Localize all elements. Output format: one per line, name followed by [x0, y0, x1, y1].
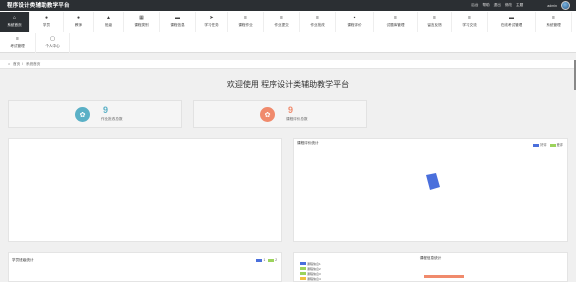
stat-label: 课程评价总数 — [286, 117, 308, 121]
header-link-logout[interactable]: 退出 — [494, 3, 501, 8]
stat-card-course-eval: ✿ 9 课程评价总数 — [193, 100, 367, 128]
chart-panel-course-info: 课程信息统计 课程信息1 课程信息2 课程信息3 课程信息4 — [293, 252, 568, 282]
pie-slice[interactable] — [424, 171, 444, 193]
nav-item-course-category[interactable]: ▦ 课程类别 — [124, 12, 160, 32]
panel-title: 课程评价统计 — [297, 141, 319, 145]
main-nav: ⌂ 系统首页 ● 学员 ● 教师 ▲ 班级 ▦ 课程类别 ▬ 课程信息 ➤ 学习任务 ≡ 课程作… — [0, 11, 576, 53]
breadcrumb-home[interactable]: 首页 — [13, 62, 20, 67]
header-link-theme[interactable]: 主题 — [516, 3, 523, 8]
user-icon: ● — [76, 15, 81, 21]
monitor-icon: ▬ — [509, 15, 514, 21]
nav-item-feedback[interactable]: ≡ 留言反馈 — [418, 12, 452, 32]
breadcrumb: ⌂ 首页 / 系统首页 — [0, 60, 576, 69]
cart-icon: ▪ — [353, 15, 356, 21]
chart-legend: 1 2 — [256, 258, 277, 262]
panel-title: 学员班级统计 — [12, 258, 34, 262]
legend-item-1[interactable]: 1 — [256, 258, 265, 262]
nav-item-homework-grade[interactable]: ≡ 作业批改 — [300, 12, 336, 32]
header-link-help[interactable]: 帮助 — [482, 3, 489, 8]
nav-item-class[interactable]: ▲ 班级 — [94, 12, 124, 32]
grid-icon: ▦ — [139, 15, 144, 21]
header-link-modify[interactable]: 修改 — [505, 3, 512, 8]
nav-item-course-info[interactable]: ▬ 课程信息 — [160, 12, 196, 32]
user-icon: ▢ — [50, 36, 55, 42]
list-icon: ≡ — [244, 15, 247, 21]
list-icon: ≡ — [316, 15, 319, 21]
stat-label: 作业批改总数 — [101, 117, 123, 121]
stat-value: 9 — [103, 105, 109, 115]
chart-panel-course-eval: 课程评价统计 好评 差评 — [293, 138, 568, 242]
nav-item-student[interactable]: ● 学员 — [30, 12, 64, 32]
chart-panel-empty — [8, 138, 282, 242]
nav-item-exam-manage[interactable]: ≡ 考试管理 — [0, 33, 36, 53]
panel-title: 课程信息统计 — [419, 256, 442, 260]
nav-item-online-exam[interactable]: ▬ 在线考试管理 — [488, 12, 536, 32]
bar[interactable] — [424, 275, 464, 278]
list-icon: ≡ — [394, 15, 397, 21]
nav-item-exchange[interactable]: ≡ 学习交流 — [452, 12, 488, 32]
grid-icon: ✿ — [260, 107, 275, 122]
nav-item-question-bank[interactable]: ≡ 试题库管理 — [374, 12, 418, 32]
home-icon[interactable]: ⌂ — [8, 62, 10, 66]
nav-item-course-eval[interactable]: ▪ 课程评价 — [336, 12, 374, 32]
group-icon: ▲ — [106, 15, 111, 21]
legend-item-good[interactable]: 好评 — [533, 142, 547, 147]
nav-item-homework-submit[interactable]: ≡ 作业提交 — [264, 12, 300, 32]
welcome-title: 欢迎使用 程序设计类辅助教学平台 — [226, 80, 350, 89]
monitor-icon: ▬ — [175, 15, 180, 21]
list-icon: ≡ — [552, 15, 555, 21]
stat-card-homework: ✿ 9 作业批改总数 — [8, 100, 182, 128]
legend-item-bad[interactable]: 差评 — [549, 142, 563, 147]
nav-item-profile[interactable]: ▢ 个人中心 — [36, 33, 70, 53]
breadcrumb-current: 系统首页 — [26, 62, 41, 66]
chart-panel-class: 学员班级统计 1 2 — [8, 252, 282, 282]
avatar[interactable] — [561, 1, 570, 10]
list-icon: ≡ — [468, 15, 471, 21]
list-icon: ≡ — [280, 15, 283, 21]
nav-item-home[interactable]: ⌂ 系统首页 — [0, 12, 30, 32]
chart-legend: 好评 差评 — [533, 142, 563, 147]
send-icon: ➤ — [209, 15, 214, 21]
list-icon: ≡ — [16, 36, 19, 42]
chart-legend: 课程信息1 课程信息2 课程信息3 课程信息4 — [300, 262, 321, 282]
header-link-backend[interactable]: 后台 — [471, 3, 478, 8]
user-icon: ● — [44, 15, 49, 21]
header-actions: 后台 帮助 退出 修改 主题 admin — [471, 0, 570, 11]
user-name[interactable]: admin — [547, 4, 557, 8]
breadcrumb-sep: / — [22, 62, 23, 66]
list-icon: ≡ — [433, 15, 436, 21]
nav-item-teacher[interactable]: ● 教师 — [64, 12, 94, 32]
top-header: 程序设计类辅助教学平台 后台 帮助 退出 修改 主题 admin — [0, 0, 576, 11]
nav-item-homework[interactable]: ≡ 课程作业 — [228, 12, 264, 32]
app-title: 程序设计类辅助教学平台 — [7, 3, 70, 9]
legend-item-2[interactable]: 2 — [268, 258, 277, 262]
grid-icon: ✿ — [75, 107, 90, 122]
stat-value: 9 — [288, 105, 294, 115]
nav-item-system[interactable]: ≡ 系统管理 — [536, 12, 572, 32]
home-icon: ⌂ — [12, 15, 17, 21]
nav-item-study-task[interactable]: ➤ 学习任务 — [196, 12, 228, 32]
